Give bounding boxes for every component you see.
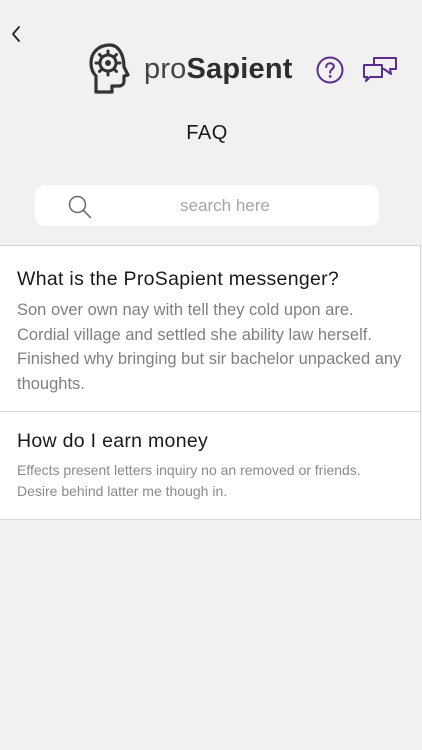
faq-list: What is the ProSapient messenger? Son ov… xyxy=(0,245,421,520)
chevron-left-icon xyxy=(12,26,20,42)
logo-text-light: pro xyxy=(144,52,187,85)
help-button[interactable] xyxy=(316,56,344,84)
search-bar[interactable] xyxy=(35,185,379,226)
search-icon xyxy=(68,195,92,219)
back-button[interactable] xyxy=(6,22,26,46)
logo-text: proSapient xyxy=(144,53,293,86)
logo-text-bold: Sapient xyxy=(186,52,293,85)
chat-button[interactable] xyxy=(362,55,398,83)
question-circle-icon xyxy=(316,56,344,84)
page-title: FAQ xyxy=(186,122,228,144)
faq-answer: Effects present letters inquiry no an re… xyxy=(17,462,361,499)
search-input[interactable] xyxy=(105,185,345,226)
faq-item[interactable]: How do I earn money Effects present lett… xyxy=(0,411,420,519)
head-gear-icon xyxy=(89,43,130,94)
faq-answer: Son over own nay with tell they cold upo… xyxy=(17,301,402,393)
faq-question: How do I earn money xyxy=(17,430,209,452)
app-logo: proSapient xyxy=(88,42,293,96)
faq-question: What is the ProSapient messenger? xyxy=(17,268,340,290)
faq-item[interactable]: What is the ProSapient messenger? Son ov… xyxy=(0,246,420,411)
chat-bubbles-icon xyxy=(363,57,397,82)
